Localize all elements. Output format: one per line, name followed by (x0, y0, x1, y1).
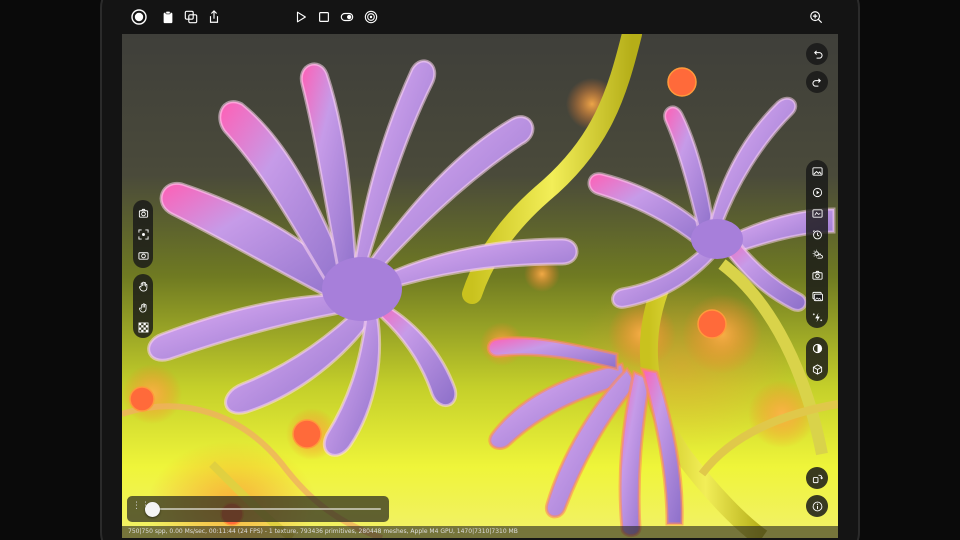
hand-icon (138, 281, 147, 292)
flower-render (122, 34, 838, 538)
material-button[interactable] (808, 338, 826, 359)
undo-button[interactable] (806, 43, 828, 65)
render-button[interactable] (808, 182, 826, 203)
info-button[interactable] (806, 495, 828, 517)
material-icon (812, 343, 822, 354)
zoom-button[interactable] (807, 8, 825, 26)
toggle-button[interactable] (338, 8, 356, 26)
effects-button[interactable] (808, 307, 826, 328)
image-button[interactable] (808, 161, 826, 182)
duplicate-icon (184, 10, 198, 24)
timeline-panel: ⋮⋮ (127, 496, 389, 522)
pan-hand-icon (138, 302, 146, 312)
checkerboard-button[interactable] (134, 317, 152, 338)
clipboard-icon (163, 10, 173, 24)
rotate-device-icon (812, 474, 823, 483)
weather-button[interactable] (808, 245, 826, 266)
camera-button[interactable] (134, 245, 152, 266)
cube-button[interactable] (808, 359, 826, 380)
rotate-device-button[interactable] (806, 467, 828, 489)
record-button[interactable] (130, 8, 148, 26)
snapshot-button[interactable] (808, 265, 826, 286)
gallery-button[interactable] (808, 286, 826, 307)
stop-button[interactable] (315, 8, 333, 26)
render-status-bar: 750|750 spp, 0.00 Ms/sec, 00:11:44 (24 F… (122, 526, 838, 538)
camera-icon (137, 252, 149, 260)
layers-icon (811, 209, 823, 218)
redo-icon (811, 77, 821, 87)
left-camera-toolbar (133, 200, 153, 268)
focus-button[interactable] (134, 224, 152, 245)
clipboard-button[interactable] (159, 8, 177, 26)
hand-button[interactable] (134, 276, 152, 297)
camera-icon (811, 271, 823, 280)
timeline-track[interactable] (145, 501, 381, 517)
record-icon (131, 9, 147, 25)
image-icon (811, 167, 823, 176)
undo-icon (813, 49, 823, 59)
checkerboard-icon (138, 322, 148, 333)
timeline-scrubber-knob[interactable] (145, 501, 160, 517)
weather-icon (812, 250, 823, 260)
render-icon (812, 187, 822, 197)
redo-button[interactable] (806, 71, 828, 93)
target-icon (364, 10, 378, 24)
share-icon (209, 10, 219, 23)
effects-icon (812, 312, 822, 323)
right-render-toolbar (806, 160, 828, 328)
layers-button[interactable] (808, 203, 826, 224)
share-button[interactable] (205, 8, 223, 26)
play-button[interactable] (292, 8, 310, 26)
camera-orbit-button[interactable] (134, 203, 152, 224)
render-viewport[interactable] (122, 34, 838, 538)
left-navigation-toolbar (133, 274, 153, 338)
cube-icon (812, 364, 822, 375)
target-button[interactable] (362, 8, 380, 26)
stop-icon (319, 12, 329, 22)
info-icon (812, 501, 822, 511)
duplicate-button[interactable] (182, 8, 200, 26)
focus-icon (137, 229, 149, 240)
toggle-icon (340, 12, 354, 22)
zoom-icon (810, 11, 823, 24)
right-material-toolbar (806, 337, 828, 381)
history-button[interactable] (808, 224, 826, 245)
pan-hand-button[interactable] (134, 297, 152, 318)
history-icon (812, 229, 822, 239)
camera-orbit-icon (138, 208, 148, 218)
gallery-icon (811, 292, 823, 302)
top-toolbar (122, 0, 838, 34)
play-icon (296, 11, 306, 23)
